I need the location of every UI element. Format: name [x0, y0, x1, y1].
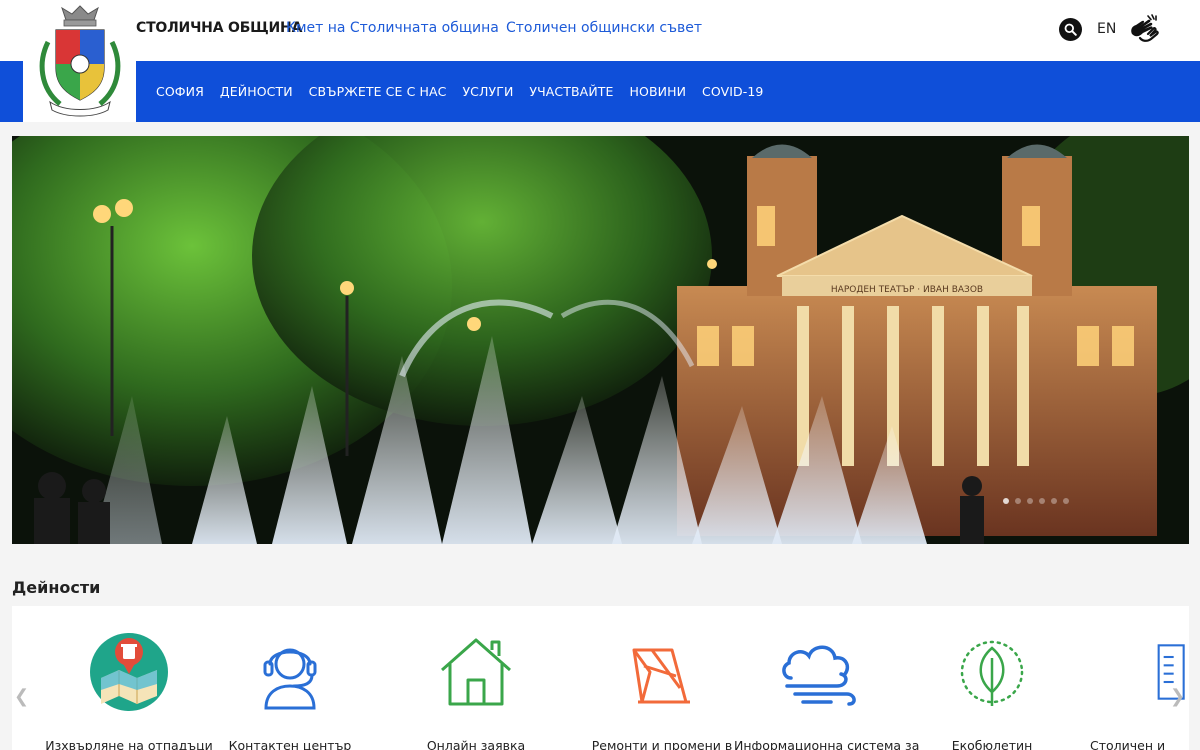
theatre-inscription: НАРОДЕН ТЕАТЪР · ИВАН ВАЗОВ	[831, 285, 983, 295]
carousel-next-button[interactable]: ❯	[1170, 686, 1185, 707]
slider-dot[interactable]	[1063, 498, 1069, 504]
slider-dot[interactable]	[1015, 498, 1021, 504]
activity-label: Изхвърляне на отпадъци	[45, 738, 213, 750]
sign-language-icon[interactable]	[1128, 12, 1160, 46]
main-navigation: СОФИЯ ДЕЙНОСТИ СВЪРЖЕТЕ СЕ С НАС УСЛУГИ УЧАС…	[0, 61, 1200, 122]
slider-dots	[1003, 498, 1069, 504]
activity-label: Онлайн заявка	[426, 738, 526, 750]
activities-carousel: Изхвърляне на отпадъци Контактен център	[12, 606, 1189, 750]
activity-card-repairs[interactable]: Ремонти и промени в	[577, 606, 747, 750]
mayor-link[interactable]: Кмет на Столичната община	[286, 20, 499, 36]
activity-card-eco-bulletin[interactable]: Екобюлетин	[907, 606, 1077, 750]
nav-list: СОФИЯ ДЕЙНОСТИ СВЪРЖЕТЕ СЕ С НАС УСЛУГИ УЧАС…	[148, 61, 771, 122]
activity-card-municipal[interactable]: Столичен и	[1072, 606, 1189, 750]
nav-item-2[interactable]: СВЪРЖЕТЕ СЕ С НАС	[301, 84, 455, 99]
house-icon	[441, 638, 511, 706]
road-barrier-icon	[632, 648, 690, 704]
activities-title: Дейности	[12, 578, 101, 597]
slider-dot[interactable]	[1039, 498, 1045, 504]
activity-label: Екобюлетин	[951, 738, 1033, 750]
search-button[interactable]	[1059, 18, 1082, 41]
hero-illustration: НАРОДЕН ТЕАТЪР · ИВАН ВАЗОВ	[12, 136, 1189, 544]
activity-card-waste[interactable]: Изхвърляне на отпадъци	[44, 606, 214, 750]
activity-label: Ремонти и промени в	[591, 738, 733, 750]
slider-dot[interactable]	[1003, 498, 1009, 504]
nav-item-1[interactable]: ДЕЙНОСТИ	[212, 84, 301, 99]
brand-name[interactable]: СТОЛИЧНА ОБЩИНА	[136, 20, 302, 36]
nav-item-5[interactable]: НОВИНИ	[622, 84, 695, 99]
coat-of-arms-logo[interactable]	[23, 0, 136, 122]
nav-item-6[interactable]: COVID-19	[694, 84, 771, 99]
activity-label: Столичен и	[1090, 738, 1166, 750]
council-link[interactable]: Столичен общински съвет	[506, 20, 702, 36]
waste-map-icon	[90, 633, 168, 711]
slider-dot[interactable]	[1051, 498, 1057, 504]
nav-item-3[interactable]: УСЛУГИ	[454, 84, 521, 99]
nav-item-0[interactable]: СОФИЯ	[148, 84, 212, 99]
headset-icon	[263, 648, 317, 710]
activity-label: Информационна система за	[734, 738, 920, 750]
activity-card-info-system[interactable]: Информационна система за	[734, 606, 920, 750]
nav-item-4[interactable]: УЧАСТВАЙТЕ	[521, 84, 621, 99]
activity-card-online-request[interactable]: Онлайн заявка	[391, 606, 561, 750]
leaf-icon	[960, 640, 1024, 706]
top-bar: СТОЛИЧНА ОБЩИНА Кмет на Столичната общин…	[0, 0, 1200, 61]
slider-dot[interactable]	[1027, 498, 1033, 504]
language-switch[interactable]: EN	[1097, 21, 1116, 37]
carousel-prev-button[interactable]: ❮	[14, 686, 29, 707]
activity-card-contact[interactable]: Контактен център	[205, 606, 375, 750]
hero-image: НАРОДЕН ТЕАТЪР · ИВАН ВАЗОВ	[12, 136, 1189, 544]
search-icon	[1064, 23, 1077, 36]
cloud-wind-icon	[782, 645, 856, 706]
activity-label: Контактен център	[228, 738, 352, 750]
coat-of-arms-icon	[39, 5, 120, 117]
